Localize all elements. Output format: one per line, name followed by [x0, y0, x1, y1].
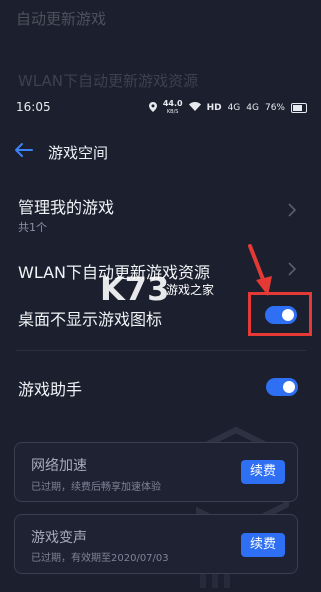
- manage-games-title: 管理我的游戏: [18, 198, 115, 217]
- wifi-icon: [188, 102, 201, 114]
- location-icon: [148, 101, 157, 115]
- chevron-right-icon: [288, 261, 297, 280]
- background-text-1: 自动更新游戏: [16, 10, 107, 28]
- red-arrow-annotation: [246, 244, 276, 298]
- battery-icon: [291, 103, 307, 113]
- assistant-title: 游戏助手: [18, 380, 83, 399]
- page-title: 游戏空间: [48, 144, 109, 162]
- signal-2: 4G: [246, 103, 259, 113]
- voice-changer-card: 游戏变声 已过期，有效期至2020/07/03 续费: [14, 514, 298, 574]
- watermark-subtitle: 游戏之家: [166, 283, 215, 297]
- signal-1: 4G: [227, 103, 241, 113]
- card-subtitle: 已过期，有效期至2020/07/03: [31, 553, 169, 564]
- card-title: 游戏变声: [31, 530, 87, 546]
- battery-percent: 76%: [264, 103, 285, 113]
- manage-games-row[interactable]: 管理我的游戏 共1个: [0, 190, 321, 240]
- back-arrow-icon[interactable]: [14, 142, 34, 158]
- chevron-right-icon: [288, 202, 297, 221]
- hd-badge: HD: [206, 103, 222, 113]
- hide-icon-title: 桌面不显示游戏图标: [18, 310, 163, 329]
- status-bar-right: 44.0 KB/S HD 4G 4G 76%: [148, 99, 307, 116]
- background-text-2: WLAN下自动更新游戏资源: [18, 72, 199, 90]
- assistant-toggle[interactable]: [266, 378, 298, 396]
- manage-games-count: 共1个: [18, 221, 47, 234]
- divider: [16, 350, 306, 351]
- card-subtitle: 已过期，续费后畅享加速体验: [31, 482, 161, 493]
- network-accel-card: 网络加速 已过期，续费后畅享加速体验 续费: [14, 442, 298, 502]
- card-title: 网络加速: [31, 458, 87, 474]
- renew-button[interactable]: 续费: [241, 533, 285, 557]
- renew-button[interactable]: 续费: [241, 460, 285, 484]
- highlight-box: [248, 292, 312, 336]
- net-speed: 44.0 KB/S: [162, 99, 183, 116]
- status-time: 16:05: [16, 100, 51, 114]
